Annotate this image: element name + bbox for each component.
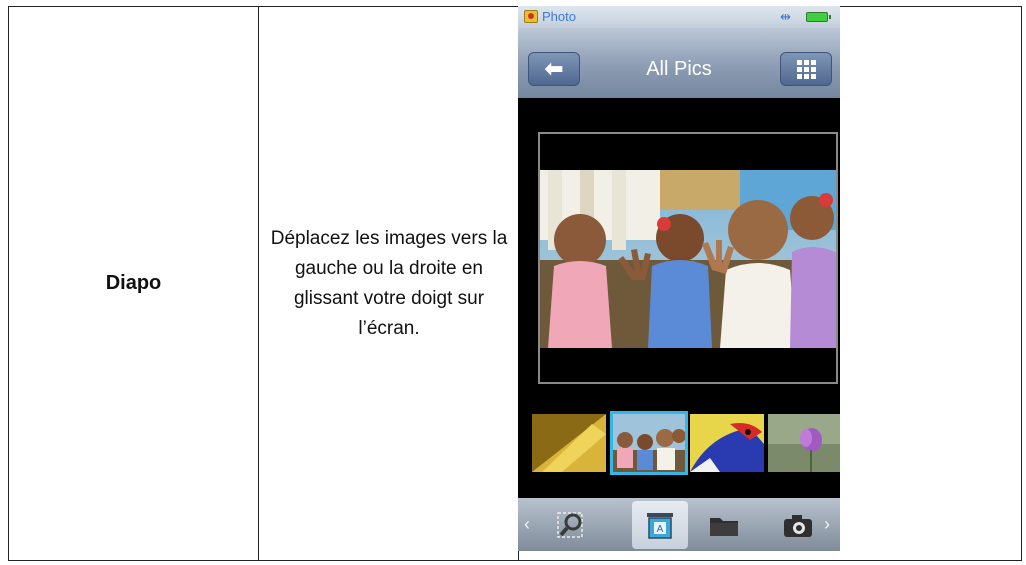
instruction-table: Diapo Déplacez les images vers la gauche…	[8, 6, 1022, 561]
thumbnail-strip	[518, 410, 840, 475]
zoom-view-icon	[557, 512, 583, 538]
tab-bar: ‹ A ›	[518, 498, 840, 551]
grid-icon	[796, 59, 816, 79]
thumbnail-parrot[interactable]	[690, 414, 764, 472]
thumbnail-flower[interactable]	[768, 414, 840, 472]
thumbnail-children[interactable]	[610, 411, 688, 475]
phone-screenshot: Photo ⇹ ⬅ All Pics ‹ A ›	[518, 6, 840, 551]
photo-of-children	[540, 170, 836, 348]
grid-view-button[interactable]	[780, 52, 832, 86]
slideshow-icon: A	[647, 513, 673, 539]
camera-icon	[784, 515, 812, 537]
description-text: Déplacez les images vers la gauche ou la…	[270, 227, 508, 339]
camera-tab[interactable]	[770, 504, 826, 546]
battery-icon	[806, 12, 831, 22]
zoom-view-tab[interactable]	[544, 504, 600, 546]
description-cell: Déplacez les images vers la gauche ou la…	[260, 7, 518, 560]
term-label: Diapo	[105, 272, 162, 294]
chevron-right-icon[interactable]: ›	[824, 514, 830, 535]
nav-bar: ⬅ All Pics	[518, 28, 840, 98]
svg-text:A: A	[657, 524, 664, 535]
column-divider-1	[258, 7, 259, 560]
folder-icon	[710, 518, 738, 536]
thumbnail-yellow[interactable]	[532, 414, 606, 472]
slideshow-tab[interactable]: A	[632, 501, 688, 549]
slideshow-frame[interactable]	[538, 132, 838, 384]
term-cell: Diapo	[9, 7, 258, 560]
app-name: Photo	[542, 9, 576, 24]
folder-tab[interactable]	[696, 504, 752, 546]
status-bar: Photo ⇹	[518, 6, 840, 28]
photo-app-icon	[524, 10, 538, 23]
chevron-left-icon[interactable]: ‹	[524, 514, 530, 535]
usb-icon: ⇹	[780, 9, 791, 24]
